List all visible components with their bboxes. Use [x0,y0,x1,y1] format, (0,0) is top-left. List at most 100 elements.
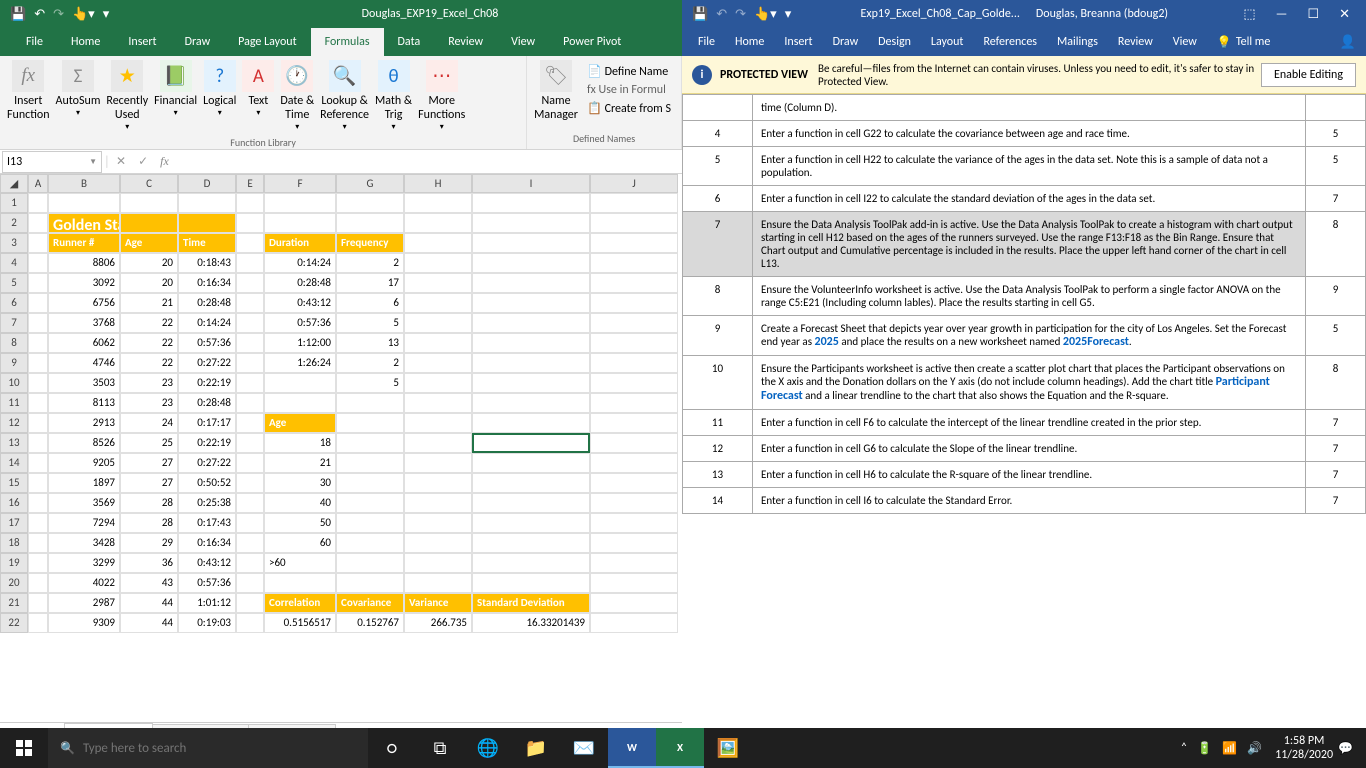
cell[interactable] [404,573,472,593]
cell[interactable] [472,393,590,413]
cell[interactable] [236,353,264,373]
word-tab-design[interactable]: Design [868,35,921,49]
insert-function-button[interactable]: fxInsert Function [4,58,53,124]
cell[interactable] [404,213,472,233]
cell[interactable] [264,193,336,213]
cell[interactable]: 6 [336,293,404,313]
cell[interactable] [236,333,264,353]
cell[interactable]: 27 [120,473,178,493]
cell[interactable] [336,433,404,453]
cell[interactable] [404,253,472,273]
cell[interactable]: 3299 [48,553,120,573]
word-redo-icon[interactable]: ↷ [735,7,746,22]
cell[interactable]: 0:16:34 [178,533,236,553]
tab-data[interactable]: Data [384,28,435,56]
cell[interactable]: 1:01:12 [178,593,236,613]
cell[interactable] [236,273,264,293]
cell[interactable] [120,193,178,213]
math-trig-button[interactable]: θMath & Trig▾ [372,58,415,134]
cell[interactable]: 8113 [48,393,120,413]
enter-formula-icon[interactable]: ✓ [132,154,154,169]
cell[interactable]: 0:27:22 [178,453,236,473]
row-header-1[interactable]: 1 [0,193,28,213]
cell[interactable] [236,413,264,433]
cell[interactable]: 0:43:12 [264,293,336,313]
cell[interactable]: 3569 [48,493,120,513]
name-box[interactable]: I13▼ [2,151,102,173]
cell[interactable]: 4022 [48,573,120,593]
cell[interactable]: >60 [264,553,336,573]
cell[interactable]: 5 [336,373,404,393]
row-header-2[interactable]: 2 [0,213,28,233]
cell[interactable] [48,193,120,213]
undo-icon[interactable]: ↶ [34,7,45,22]
cell[interactable] [336,473,404,493]
cell[interactable] [236,573,264,593]
cell[interactable]: 0:28:48 [178,293,236,313]
cell[interactable] [404,293,472,313]
cell[interactable]: 23 [120,393,178,413]
word-document[interactable]: time (Column D).4Enter a function in cel… [682,94,1366,730]
cell[interactable]: 44 [120,613,178,633]
close-icon[interactable]: ✕ [1329,7,1360,22]
cell[interactable]: Age [264,413,336,433]
cell[interactable] [336,573,404,593]
cell[interactable]: 9205 [48,453,120,473]
cell[interactable]: 5 [336,313,404,333]
cell[interactable]: 0:16:34 [178,273,236,293]
recently-used-button[interactable]: ★Recently Used▾ [103,58,151,134]
cell[interactable] [404,333,472,353]
row-header-22[interactable]: 22 [0,613,28,633]
cell[interactable] [404,313,472,333]
cell[interactable]: 44 [120,593,178,613]
cell[interactable] [590,293,678,313]
cell[interactable]: 50 [264,513,336,533]
cell[interactable] [472,533,590,553]
cell[interactable] [236,453,264,473]
cell[interactable] [404,373,472,393]
tab-draw[interactable]: Draw [171,28,225,56]
cell[interactable]: 1:26:24 [264,353,336,373]
cell[interactable] [236,293,264,313]
cell[interactable]: 3768 [48,313,120,333]
cell[interactable]: 0:25:38 [178,493,236,513]
row-header-15[interactable]: 15 [0,473,28,493]
name-manager-button[interactable]: 🏷Name Manager [531,58,581,124]
autosum-button[interactable]: ΣAutoSum▾ [53,58,104,120]
cell[interactable]: 13 [336,333,404,353]
cell[interactable] [236,193,264,213]
word-tab-home[interactable]: Home [725,35,774,49]
cell[interactable]: 0:17:17 [178,413,236,433]
cell[interactable]: 22 [120,333,178,353]
word-tab-view[interactable]: View [1163,35,1207,49]
cell[interactable] [236,393,264,413]
cell[interactable] [336,393,404,413]
cell[interactable]: 0.152767 [336,613,404,633]
cell[interactable] [404,193,472,213]
cell[interactable]: 21 [120,293,178,313]
cell[interactable] [28,473,48,493]
cell[interactable] [472,453,590,473]
define-name-button[interactable]: 📄 Define Name [583,62,675,81]
cell[interactable] [404,473,472,493]
cell[interactable]: 0:50:52 [178,473,236,493]
cell[interactable]: 0:27:22 [178,353,236,373]
mail-icon[interactable]: ✉️ [560,728,608,768]
cell[interactable] [590,533,678,553]
save-icon[interactable]: 💾 [10,7,26,22]
cell[interactable] [472,293,590,313]
cell[interactable] [590,373,678,393]
tab-review[interactable]: Review [434,28,497,56]
cell[interactable] [590,473,678,493]
cell[interactable]: 30 [264,473,336,493]
cell[interactable] [28,513,48,533]
cell[interactable] [236,513,264,533]
row-header-13[interactable]: 13 [0,433,28,453]
word-tab-draw[interactable]: Draw [823,35,869,49]
cell[interactable]: Age [120,233,178,253]
touch-mode-icon[interactable]: 👆▾ [72,7,95,22]
cell[interactable]: 266.735 [404,613,472,633]
cell[interactable]: 0:57:36 [178,333,236,353]
cell[interactable] [472,193,590,213]
cell[interactable] [28,553,48,573]
